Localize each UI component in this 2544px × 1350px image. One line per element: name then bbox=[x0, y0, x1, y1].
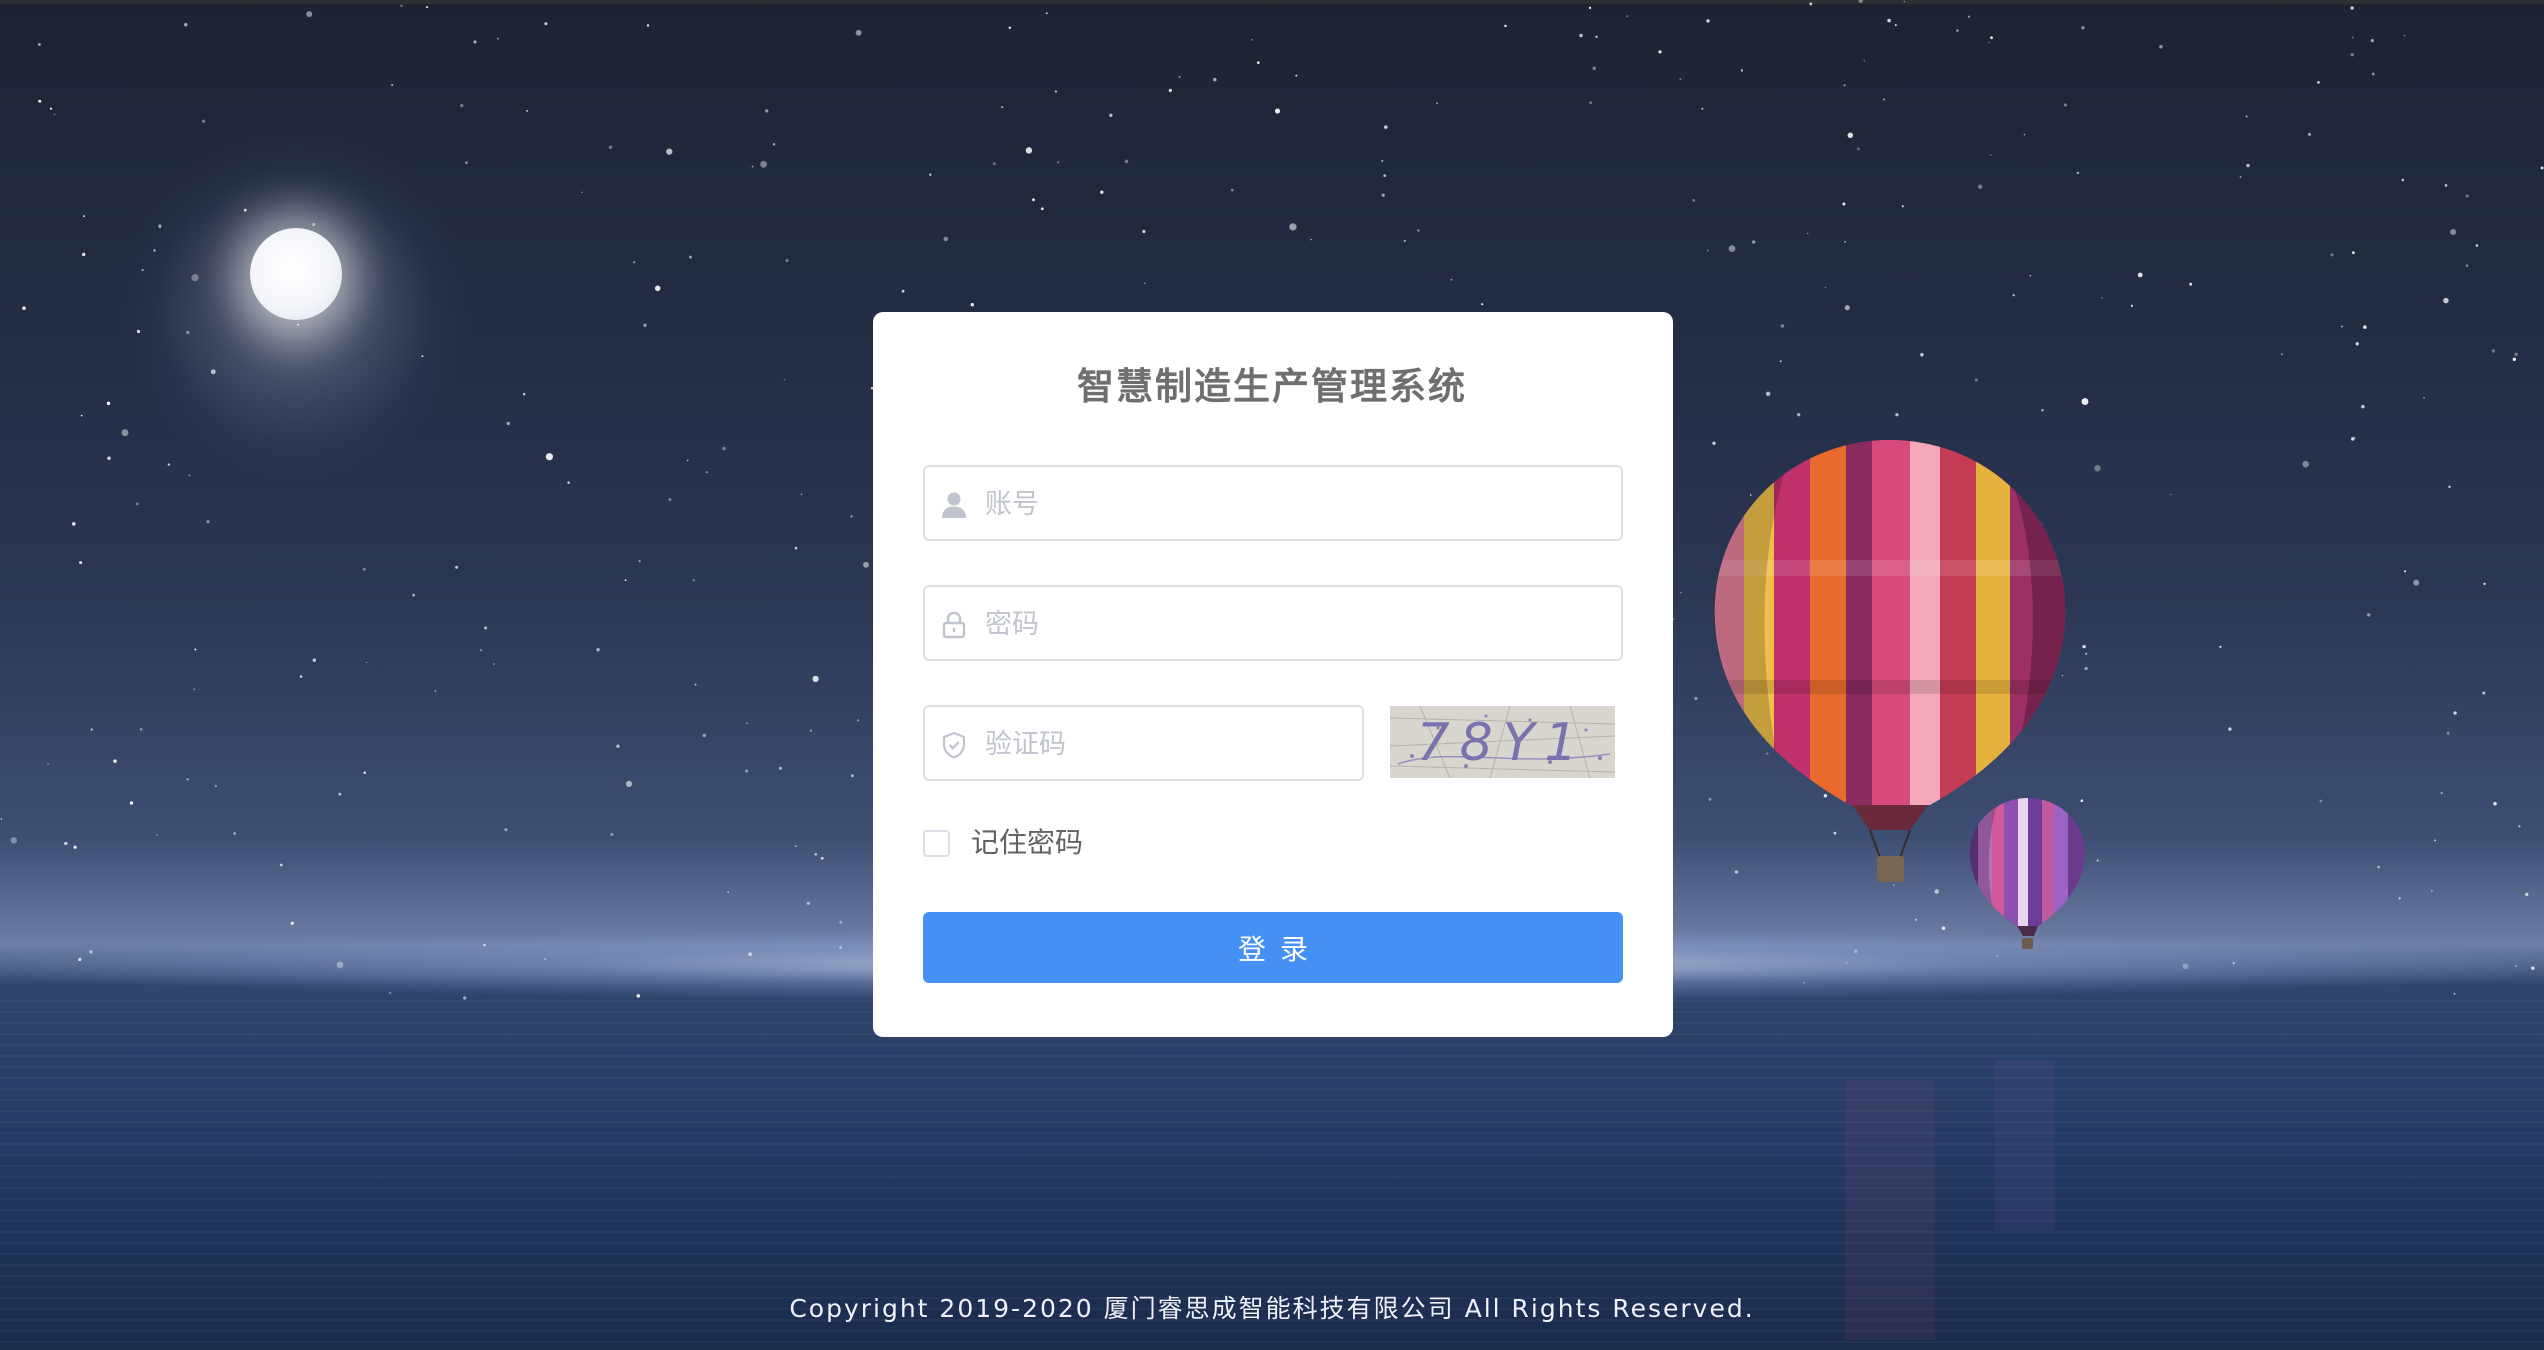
password-field[interactable] bbox=[923, 585, 1623, 661]
captcha-input[interactable] bbox=[983, 707, 1357, 781]
captcha-field[interactable] bbox=[923, 705, 1364, 781]
login-button[interactable]: 登录 bbox=[923, 912, 1623, 983]
remember-label[interactable]: 记住密码 bbox=[971, 826, 1083, 860]
username-input[interactable] bbox=[983, 467, 1607, 541]
copyright-footer: Copyright 2019-2020 厦门睿思成智能科技有限公司 All Ri… bbox=[789, 1294, 1755, 1323]
captcha-text: 78Y1 bbox=[1416, 713, 1587, 773]
shield-icon bbox=[938, 729, 970, 761]
small-balloon bbox=[1969, 798, 2086, 949]
captcha-image[interactable]: 78Y1 bbox=[1390, 706, 1615, 778]
password-input[interactable] bbox=[983, 587, 1607, 661]
login-page: 智慧制造生产管理系统 账号 验证码 78Y1 记住密码 登录 Copyright… bbox=[0, 0, 2544, 1350]
lock-icon bbox=[938, 609, 970, 641]
system-title: 智慧制造生产管理系统 bbox=[1077, 365, 1467, 408]
username-field[interactable] bbox=[923, 465, 1623, 541]
remember-checkbox[interactable] bbox=[923, 830, 950, 857]
user-icon bbox=[938, 489, 970, 521]
